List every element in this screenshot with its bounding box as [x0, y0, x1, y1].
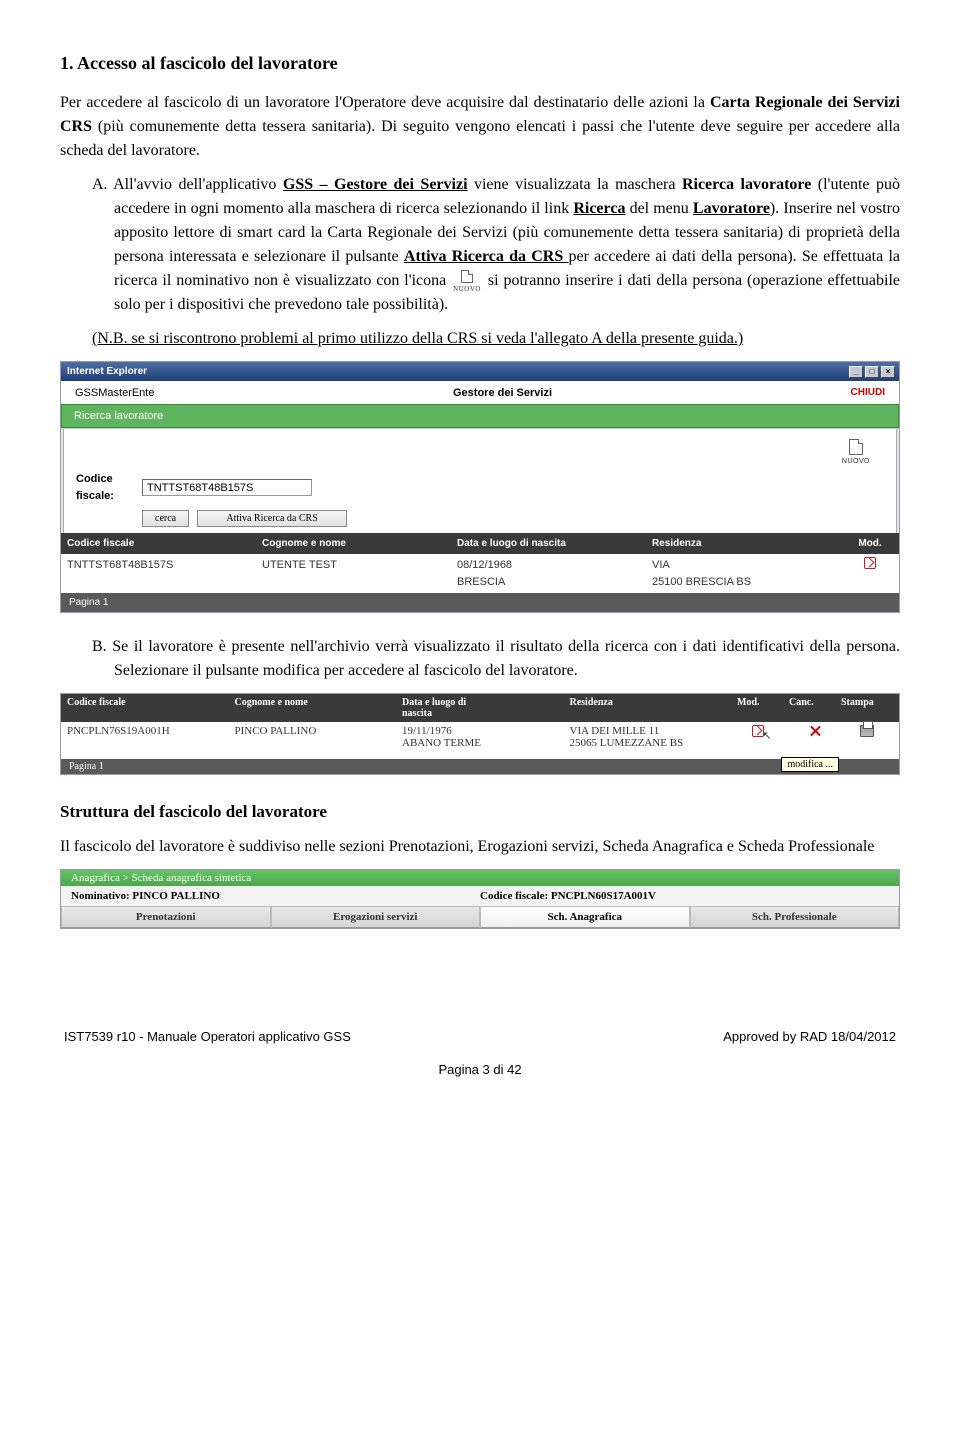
item-A: A. All'avvio dell'applicativo GSS – Gest…	[60, 173, 900, 317]
footer-left: IST7539 r10 - Manuale Operatori applicat…	[64, 1029, 351, 1044]
A-pre: A. All'avvio dell'applicativo	[92, 176, 283, 193]
intro-a: Per accedere al fascicolo di un lavorato…	[60, 94, 710, 111]
tab-anagrafica[interactable]: Sch. Anagrafica	[480, 906, 690, 928]
A-u2: Ricerca	[573, 200, 625, 217]
cell-mod[interactable]	[847, 557, 893, 590]
app-title: Gestore dei Servizi	[453, 385, 552, 402]
cf-label: Codice fiscale:	[76, 471, 134, 504]
search-panel: NUOVO Codice fiscale: cerca Attiva Ricer…	[63, 429, 897, 533]
intro-c: (più comunemente detta tessera sanitaria…	[60, 118, 900, 159]
nuovo-icon[interactable]: NUOVO	[842, 439, 870, 465]
A-nb: (N.B. se si riscontrono problemi al prim…	[60, 327, 900, 351]
A-u1: GSS – Gestore dei Servizi	[283, 176, 468, 193]
ana-nom: Nominativo: PINCO PALLINO	[71, 890, 480, 902]
cursor-icon: ↖	[762, 729, 771, 742]
screenshot-anagrafica-tabs: Anagrafica > Scheda anagrafica sintetica…	[60, 869, 900, 929]
c2-stampa[interactable]	[841, 725, 893, 749]
B-text: Se il lavoratore è presente nell'archivi…	[112, 638, 900, 679]
B-pre: B.	[92, 638, 112, 655]
A-u4: Attiva Ricerca da CRS	[404, 248, 569, 265]
brand-label: GSSMasterEnte	[75, 385, 154, 402]
close-window-button[interactable]: ×	[881, 366, 895, 378]
item-B: B. Se il lavoratore è presente nell'arch…	[60, 635, 900, 683]
tooltip-modifica: modifica ...	[781, 757, 839, 772]
pagination2: Pagina 1	[61, 759, 899, 774]
hdr-cf: Codice fiscale	[67, 536, 262, 551]
struttura-paragraph: Il fascicolo del lavoratore è suddiviso …	[60, 835, 900, 859]
cell-nome: UTENTE TEST	[262, 557, 457, 590]
app-header: GSSMasterEnte Gestore dei Servizi CHIUDI…	[61, 381, 899, 429]
results2-header: Codice fiscale Cognome e nome Data e luo…	[61, 694, 899, 722]
A-mid1: viene visualizzata la maschera	[468, 176, 682, 193]
h2-res: Residenza	[570, 697, 738, 719]
h2-nascita: Data e luogo di nascita	[402, 697, 570, 719]
c2-nascita: 19/11/1976 ABANO TERME	[402, 725, 570, 749]
cf-input[interactable]	[142, 479, 312, 496]
ie-title: Internet Explorer	[67, 364, 147, 379]
cell-res: VIA 25100 BRESCIA BS	[652, 557, 847, 590]
intro-paragraph: Per accedere al fascicolo di un lavorato…	[60, 91, 900, 163]
A-u3: Lavoratore	[693, 200, 770, 217]
hdr-mod: Mod.	[847, 536, 893, 551]
cell-nascita: 08/12/1968 BRESCIA	[457, 557, 652, 590]
footer-right: Approved by RAD 18/04/2012	[723, 1029, 896, 1044]
results2-row: PNCPLN76S19A001H PINCO PALLINO 19/11/197…	[61, 722, 899, 759]
c2-res: VIA DEI MILLE 11 25065 LUMEZZANE BS	[570, 725, 738, 749]
section-title: 1. Accesso al fascicolo del lavoratore	[60, 50, 900, 77]
c2-nome: PINCO PALLINO	[235, 725, 403, 749]
c2-mod[interactable]: ↖	[737, 725, 789, 749]
h2-cf: Codice fiscale	[67, 697, 235, 719]
window-controls: _ □ ×	[849, 366, 895, 378]
h2-nome: Cognome e nome	[235, 697, 403, 719]
maximize-button[interactable]: □	[865, 366, 879, 378]
screenshot-result-table: Codice fiscale Cognome e nome Data e luo…	[60, 693, 900, 775]
tab-erogazioni[interactable]: Erogazioni servizi	[271, 906, 481, 928]
c2-cf: PNCPLN76S19A001H	[67, 725, 235, 749]
breadcrumb-bar: Ricerca lavoratore	[61, 404, 899, 429]
A-b1: Ricerca lavoratore	[682, 176, 811, 193]
hdr-nome: Cognome e nome	[262, 536, 457, 551]
close-link[interactable]: CHIUDI	[851, 385, 885, 402]
tab-prenotazioni[interactable]: Prenotazioni	[61, 906, 271, 928]
cerca-button[interactable]: cerca	[142, 510, 189, 527]
edit-icon[interactable]	[864, 557, 876, 569]
ie-titlebar: Internet Explorer _ □ ×	[61, 362, 899, 381]
footer-center: Pagina 3 di 42	[60, 1062, 900, 1077]
page-footer: IST7539 r10 - Manuale Operatori applicat…	[60, 1029, 900, 1044]
screenshot-gss-ricerca: Internet Explorer _ □ × GSSMasterEnte Ge…	[60, 361, 900, 613]
tab-professionale[interactable]: Sch. Professionale	[690, 906, 900, 928]
delete-icon[interactable]	[809, 725, 822, 738]
nuovo-inline-icon: NUOVO	[453, 270, 481, 293]
results-row: TNTTST68T48B157S UTENTE TEST 08/12/1968 …	[61, 554, 899, 593]
h2-stampa: Stampa	[841, 697, 893, 719]
A-mid3: del menu	[625, 200, 692, 217]
print-icon[interactable]	[860, 725, 874, 737]
tabs-row: Prenotazioni Erogazioni servizi Sch. Ana…	[61, 906, 899, 928]
attiva-crs-button[interactable]: Attiva Ricerca da CRS	[197, 510, 347, 527]
h2-mod: Mod.	[737, 697, 789, 719]
pagination: Pagina 1	[61, 593, 899, 612]
hdr-nascita: Data e luogo di nascita	[457, 536, 652, 551]
h2-canc: Canc.	[789, 697, 841, 719]
ana-cf: Codice fiscale: PNCPLN60S17A001V	[480, 890, 889, 902]
cell-cf: TNTTST68T48B157S	[67, 557, 262, 590]
minimize-button[interactable]: _	[849, 366, 863, 378]
hdr-res: Residenza	[652, 536, 847, 551]
struttura-heading: Struttura del fascicolo del lavoratore	[60, 799, 900, 825]
results-header: Codice fiscale Cognome e nome Data e luo…	[61, 533, 899, 554]
ana-breadcrumb: Anagrafica > Scheda anagrafica sintetica	[61, 870, 899, 886]
ana-info-row: Nominativo: PINCO PALLINO Codice fiscale…	[61, 886, 899, 906]
c2-canc[interactable]	[789, 725, 841, 749]
